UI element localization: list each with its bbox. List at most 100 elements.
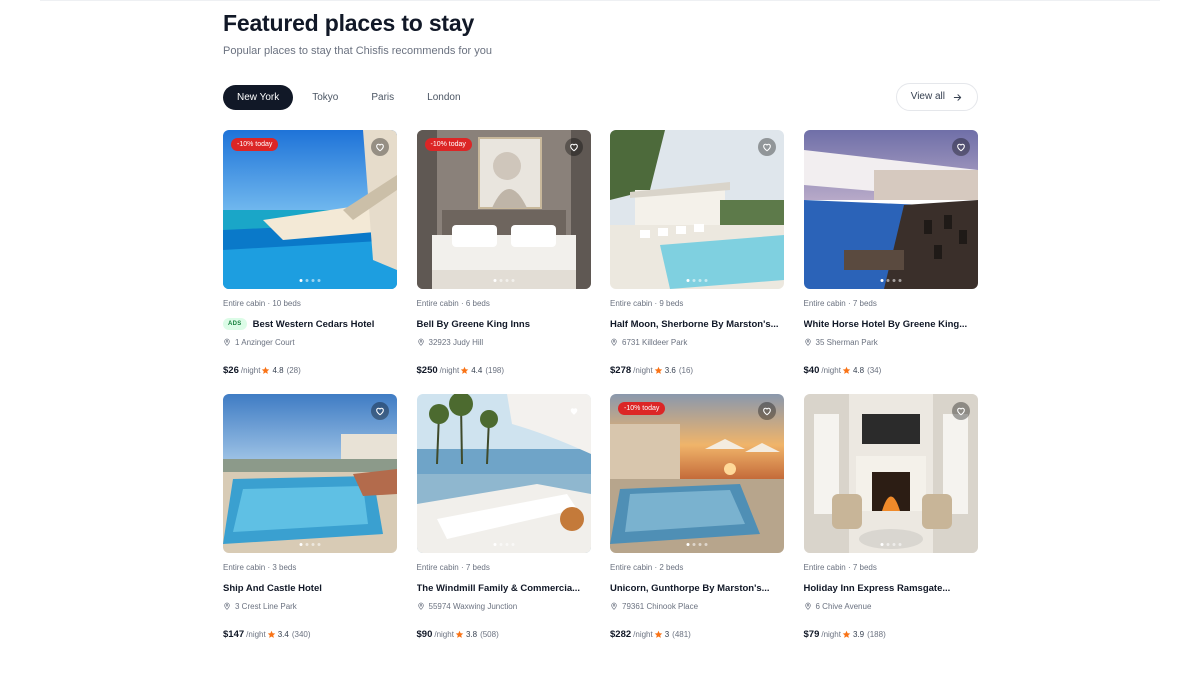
carousel-dot[interactable] [686,279,690,282]
listing-photo[interactable]: -10% today [223,130,397,289]
tab-new-york[interactable]: New York [223,85,294,110]
review-count: (508) [480,629,499,639]
listing-card[interactable]: Entire cabin · 3 beds Ship And Castle Ho… [223,394,397,658]
carousel-dot[interactable] [880,543,883,546]
listing-name[interactable]: Best Western Cedars Hotel [253,319,375,330]
carousel-dot[interactable] [311,279,315,282]
price-unit: /night [439,365,460,375]
carousel-dot[interactable] [299,543,303,546]
carousel-dot[interactable] [704,543,708,546]
carousel-dot[interactable] [511,543,514,546]
carousel-dot[interactable] [880,279,883,282]
heart-icon[interactable] [951,402,970,420]
listing-name[interactable]: Unicorn, Gunthorpe By Marston's... [610,583,770,594]
heart-filled-icon[interactable] [565,402,583,420]
listing-meta: Entire cabin · 7 beds [803,563,877,572]
arrow-right-icon [953,93,962,101]
listing-title-row: Unicorn, Gunthorpe By Marston's... [610,582,784,594]
listing-photo[interactable]: -10% today [416,130,591,289]
listing-name[interactable]: The Windmill Family & Commercia... [417,583,581,594]
listing-name[interactable]: Half Moon, Sherborne By Marston's... [610,319,779,330]
listing-photo[interactable] [803,394,978,553]
heart-icon[interactable] [371,402,389,420]
price-unit: /night [633,629,653,639]
view-all-button[interactable]: View all [895,83,978,111]
listing-name[interactable]: White Horse Hotel By Greene King... [804,319,968,330]
price: $278 [610,364,632,376]
heart-icon[interactable] [564,138,583,156]
listing-name[interactable]: Bell By Greene King Inns [417,319,531,330]
listing-photo[interactable] [803,130,978,289]
listing-card[interactable]: -10% today Entire cabin · 6 beds Bell By… [416,130,591,394]
carousel-dot[interactable] [493,279,496,282]
carousel-dot[interactable] [692,279,696,282]
heart-icon[interactable] [758,138,776,156]
listing-card[interactable]: Entire cabin · 7 beds The Windmill Famil… [416,394,591,658]
listing-price-row: $250 /night 4.4 (198) [417,364,591,376]
carousel-dot[interactable] [299,279,303,282]
carousel-dot[interactable] [511,279,514,282]
carousel-dot[interactable] [692,543,696,546]
heart-icon[interactable] [758,402,776,420]
carousel-dot[interactable] [892,543,895,546]
review-count: (16) [678,365,694,375]
listing-address: 6731 Killdeer Park [610,337,784,347]
heart-icon[interactable] [371,138,389,156]
price: $79 [803,628,820,640]
carousel-dot[interactable] [886,543,889,546]
listing-meta: Entire cabin · 6 beds [416,299,490,308]
review-count: (340) [291,629,311,639]
view-all-label: View all [910,91,945,102]
listing-price-row: $147 /night 3.4 (340) [223,628,397,640]
carousel-dot[interactable] [698,543,702,546]
carousel-dot[interactable] [892,279,895,282]
listing-photo[interactable] [610,130,784,289]
carousel-dots [686,543,708,546]
carousel-dot[interactable] [704,279,708,282]
heart-icon[interactable] [951,138,970,156]
carousel-dot[interactable] [305,279,309,282]
carousel-dots [880,279,901,282]
carousel-dot[interactable] [898,543,901,546]
location-pin-icon [417,602,425,610]
carousel-dots [299,543,321,546]
rating: 3.8 [465,629,478,639]
listing-card[interactable]: Entire cabin · 7 beds White Horse Hotel … [803,130,978,394]
carousel-dot[interactable] [686,543,690,546]
listing-photo[interactable]: -10% today [610,394,784,553]
location-pin-icon [417,338,425,346]
carousel-dot[interactable] [505,279,508,282]
listing-meta: Entire cabin · 9 beds [610,299,684,308]
carousel-dot[interactable] [898,279,901,282]
listing-card[interactable]: Entire cabin · 7 beds Holiday Inn Expres… [803,394,978,658]
carousel-dot[interactable] [886,279,889,282]
location-pin-icon [223,602,231,610]
price: $282 [610,628,632,640]
tab-paris[interactable]: Paris [357,85,408,110]
carousel-dot[interactable] [317,279,321,282]
carousel-dot[interactable] [305,543,309,546]
listing-card[interactable]: -10% today Entire cabin · 2 beds Unicorn… [610,394,784,658]
carousel-dot[interactable] [505,543,508,546]
tab-london[interactable]: London [413,85,474,110]
listing-photo[interactable] [223,394,397,553]
carousel-dot[interactable] [499,279,502,282]
listing-card[interactable]: -10% today Entire cabin · 10 beds ADS Be… [223,130,397,394]
review-count: (198) [485,365,505,375]
listing-photo[interactable] [416,394,591,553]
carousel-dot[interactable] [493,543,496,546]
listing-meta: Entire cabin · 2 beds [610,563,684,572]
carousel-dot[interactable] [499,543,502,546]
listing-name[interactable]: Holiday Inn Express Ramsgate... [804,583,951,594]
listing-card[interactable]: Entire cabin · 9 beds Half Moon, Sherbor… [610,130,784,394]
section-title: Featured places to stay [223,10,475,36]
carousel-dot[interactable] [311,543,315,546]
listing-photo-image [223,130,397,289]
price-unit: /night [821,365,841,375]
carousel-dot[interactable] [698,279,702,282]
tab-tokyo[interactable]: Tokyo [298,85,352,110]
rating: 3 [664,629,670,639]
listing-name[interactable]: Ship And Castle Hotel [223,583,322,594]
price-unit: /night [633,365,653,375]
carousel-dot[interactable] [317,543,321,546]
